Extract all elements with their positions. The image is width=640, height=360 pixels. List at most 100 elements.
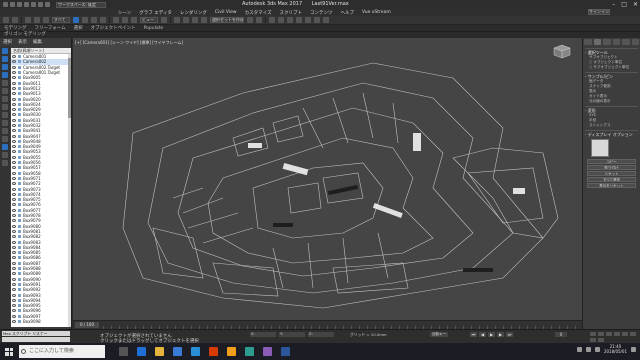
visibility-eye-icon[interactable] <box>12 214 16 218</box>
menu-item[interactable]: ヘルプ <box>340 10 354 16</box>
ribbon-tab[interactable]: モデリング <box>4 25 27 31</box>
visibility-eye-icon[interactable] <box>12 182 16 186</box>
z-coordinate-field[interactable]: Z: <box>308 332 334 337</box>
notifications-icon[interactable] <box>631 346 636 352</box>
visibility-eye-icon[interactable] <box>12 198 16 202</box>
display-helpers-icon[interactable] <box>2 80 8 86</box>
rendered-frame-icon[interactable] <box>314 17 320 23</box>
visibility-eye-icon[interactable] <box>12 203 16 207</box>
display-containers-icon[interactable] <box>2 120 8 126</box>
store-icon[interactable] <box>173 347 182 356</box>
maximize-viewport-icon[interactable] <box>598 338 604 342</box>
visibility-eye-icon[interactable] <box>12 161 16 165</box>
visibility-eye-icon[interactable] <box>12 272 16 276</box>
visibility-eye-icon[interactable] <box>12 97 16 101</box>
create-tab-icon[interactable] <box>584 39 592 45</box>
go-to-start-icon[interactable]: ⏮ <box>470 332 477 337</box>
visibility-eye-icon[interactable] <box>12 108 16 112</box>
visibility-eye-icon[interactable] <box>12 60 16 64</box>
new-file-icon[interactable] <box>10 2 15 7</box>
curve-editor-icon[interactable] <box>278 17 284 23</box>
word-icon[interactable] <box>281 347 290 356</box>
scale-icon[interactable] <box>131 17 137 23</box>
command-button[interactable]: リセット <box>587 171 636 176</box>
explorer-menu-item[interactable]: 表示 <box>18 39 27 45</box>
material-editor-icon[interactable] <box>296 17 302 23</box>
visibility-eye-icon[interactable] <box>12 86 16 90</box>
display-lights-icon[interactable] <box>2 64 8 70</box>
visibility-eye-icon[interactable] <box>12 129 16 133</box>
object-list-scroll-thumb[interactable] <box>68 58 71 118</box>
ime-icon[interactable] <box>594 346 600 352</box>
visibility-eye-icon[interactable] <box>12 65 16 69</box>
spinner-snap-icon[interactable] <box>201 17 207 23</box>
visibility-eye-icon[interactable] <box>12 81 16 85</box>
task-view-icon[interactable] <box>119 347 128 356</box>
ribbon-tab[interactable]: Populate <box>144 26 164 31</box>
display-invert-icon[interactable] <box>2 160 8 166</box>
visibility-eye-icon[interactable] <box>12 240 16 244</box>
mirror-icon[interactable] <box>247 17 253 23</box>
play-icon[interactable]: ▶ <box>488 332 495 337</box>
menu-item[interactable]: カスタマイズ <box>245 10 272 16</box>
maxscript-input[interactable] <box>2 337 70 342</box>
visibility-eye-icon[interactable] <box>12 208 16 212</box>
display-groups-icon[interactable] <box>2 96 8 102</box>
viewport-label[interactable]: [+] [Camera001] [シーン ワイヤ] [標準] [ワイヤフレーム] <box>75 40 183 46</box>
undo-tool-icon[interactable] <box>3 17 9 23</box>
menu-item[interactable]: レンダリング <box>180 10 207 16</box>
visibility-eye-icon[interactable] <box>12 155 16 159</box>
minimize-icon[interactable]: – <box>612 1 615 8</box>
visibility-eye-icon[interactable] <box>12 76 16 80</box>
close-icon[interactable]: ✕ <box>633 1 638 8</box>
current-frame-field[interactable]: 0 <box>555 332 567 337</box>
rectangle-selection-icon[interactable] <box>91 17 97 23</box>
zoom-icon[interactable] <box>590 332 596 336</box>
auto-key-button[interactable]: 自動キー <box>430 332 448 337</box>
visibility-eye-icon[interactable] <box>12 171 16 175</box>
hierarchy-tab-icon[interactable] <box>603 39 611 45</box>
display-space-warps-icon[interactable] <box>2 88 8 94</box>
command-button[interactable]: 貼り付け <box>587 165 636 170</box>
display-hidden-icon[interactable] <box>2 136 8 142</box>
unlink-icon[interactable] <box>34 17 40 23</box>
menu-item[interactable]: グラフ エディタ <box>139 10 172 16</box>
motion-tab-icon[interactable] <box>612 39 620 45</box>
visibility-eye-icon[interactable] <box>12 166 16 170</box>
layer-explorer-icon[interactable] <box>269 17 275 23</box>
visibility-eye-icon[interactable] <box>12 150 16 154</box>
rollout-title[interactable]: - ディスプレイ オプション <box>585 132 638 137</box>
visibility-eye-icon[interactable] <box>12 139 16 143</box>
visibility-eye-icon[interactable] <box>12 113 16 117</box>
ribbon-tab[interactable]: オブジェクトペイント <box>91 25 136 31</box>
visibility-eye-icon[interactable] <box>12 192 16 196</box>
display-shapes-icon[interactable] <box>2 56 8 62</box>
visibility-eye-icon[interactable] <box>12 267 16 271</box>
ribbon-tab[interactable]: 選択 <box>74 25 83 31</box>
zoom-all-icon[interactable] <box>598 332 604 336</box>
link-icon[interactable] <box>25 17 31 23</box>
visibility-eye-icon[interactable] <box>12 293 16 297</box>
orbit-icon[interactable] <box>590 338 596 342</box>
rotate-icon[interactable] <box>122 17 128 23</box>
redo-icon[interactable] <box>38 2 43 7</box>
zoom-extents-icon[interactable] <box>606 332 612 336</box>
visibility-eye-icon[interactable] <box>12 314 16 318</box>
visibility-eye-icon[interactable] <box>12 55 16 59</box>
display-tab-icon[interactable] <box>622 39 630 45</box>
visibility-eye-icon[interactable] <box>12 219 16 223</box>
zoom-extents-all-icon[interactable] <box>614 332 620 336</box>
display-none-icon[interactable] <box>2 152 8 158</box>
visibility-eye-icon[interactable] <box>12 298 16 302</box>
display-frozen-icon[interactable] <box>2 128 8 134</box>
align-icon[interactable] <box>256 17 262 23</box>
maximize-icon[interactable]: □ <box>621 1 627 8</box>
workspace-dropdown[interactable]: ワークスペース: 既定 <box>56 1 106 8</box>
display-bones-icon[interactable] <box>2 112 8 118</box>
rollout-option[interactable]: ストレングス <box>585 123 638 128</box>
visibility-eye-icon[interactable] <box>12 288 16 292</box>
rollout-option[interactable]: ○ サブオブジェクト単位 <box>585 65 638 70</box>
visibility-eye-icon[interactable] <box>12 245 16 249</box>
chrome-browser-icon[interactable] <box>227 347 236 356</box>
visibility-eye-icon[interactable] <box>12 277 16 281</box>
